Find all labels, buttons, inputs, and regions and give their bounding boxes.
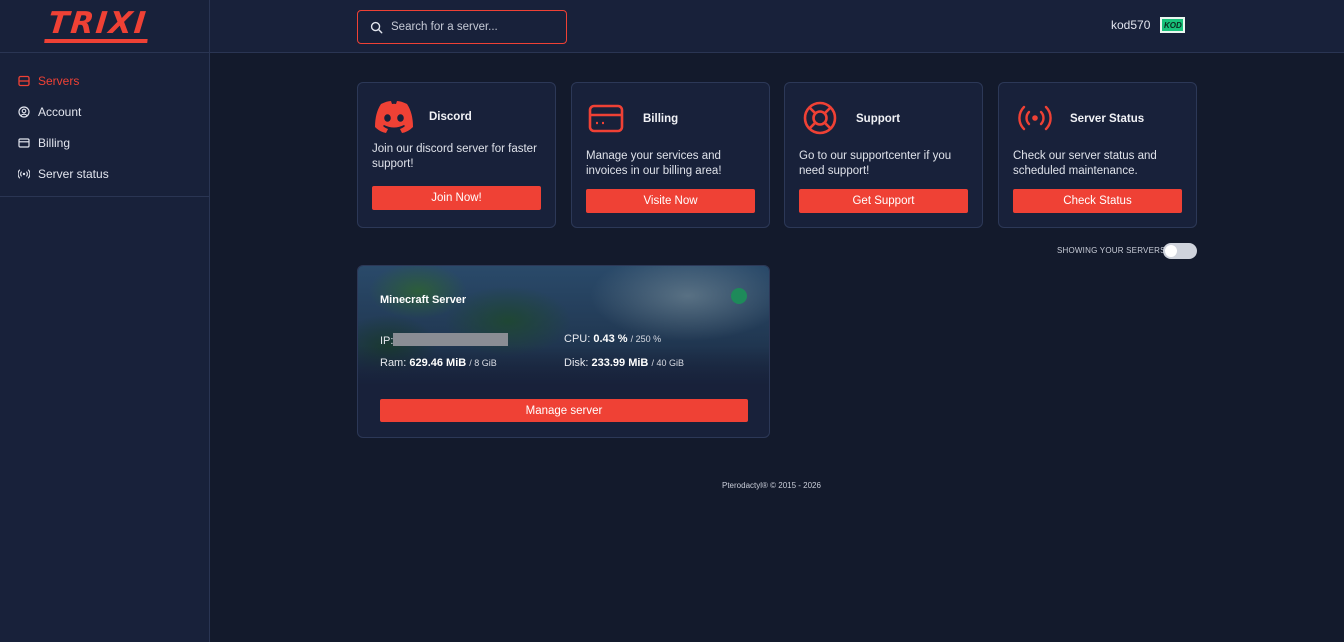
card-description: Go to our supportcenter if you need supp… — [799, 150, 952, 177]
ram-label: Ram: — [380, 357, 407, 369]
support-card: Support Go to our supportcenter if you n… — [784, 82, 983, 228]
sidebar-item-server-status[interactable]: Server status — [0, 158, 209, 189]
sidebar-item-label: Server status — [38, 166, 109, 181]
join-discord-button[interactable]: Join Now! — [372, 186, 541, 210]
card-description: Check our server status and scheduled ma… — [1013, 150, 1157, 177]
top-bar: kod570 KOD — [210, 0, 1344, 53]
server-cpu: CPU: 0.43 % / 250 % — [564, 333, 661, 345]
server-ip: IP: — [380, 333, 509, 347]
user-circle-icon — [18, 105, 30, 118]
sidebar-item-billing[interactable]: Billing — [0, 127, 209, 158]
ram-limit: / 8 GiB — [469, 358, 497, 368]
server-filter-toggle[interactable] — [1163, 243, 1197, 259]
ip-label: IP: — [380, 335, 394, 347]
card-description: Join our discord server for faster suppo… — [372, 143, 537, 170]
billing-card: Billing Manage your services and invoice… — [571, 82, 770, 228]
sidebar-nav: Servers Account Billing Server status — [0, 53, 209, 197]
sidebar-item-label: Servers — [38, 73, 80, 88]
cpu-value: 0.43 % — [593, 333, 628, 345]
ram-value: 629.46 MiB — [409, 357, 467, 369]
toggle-knob — [1165, 245, 1177, 257]
lifebuoy-icon — [799, 99, 843, 135]
sidebar-item-servers[interactable]: Servers — [0, 65, 209, 96]
visit-billing-button[interactable]: Visite Now — [586, 189, 755, 213]
broadcast-icon — [18, 168, 30, 180]
cpu-label: CPU: — [564, 333, 591, 345]
server-status-card: Server Status Check our server status an… — [998, 82, 1197, 228]
credit-card-icon — [18, 137, 30, 149]
manage-server-button[interactable]: Manage server — [380, 399, 748, 422]
search-input[interactable] — [391, 21, 551, 33]
server-disk: Disk: 233.99 MiB / 40 GiB — [564, 357, 684, 369]
discord-icon — [372, 99, 416, 135]
server-icon — [18, 75, 30, 87]
sidebar-item-account[interactable]: Account — [0, 96, 209, 127]
card-title: Server Status — [1070, 113, 1145, 125]
search-box[interactable] — [357, 10, 567, 44]
search-icon — [370, 21, 383, 33]
ip-redacted — [393, 333, 509, 346]
discord-card: Discord Join our discord server for fast… — [357, 82, 556, 228]
broadcast-icon — [1013, 99, 1057, 135]
get-support-button[interactable]: Get Support — [799, 189, 968, 213]
card-title: Billing — [643, 113, 679, 125]
status-indicator — [731, 288, 747, 304]
footer-copyright: Pterodactyl® © 2015 - 2026 — [722, 481, 821, 490]
disk-limit: / 40 GiB — [651, 358, 684, 368]
username: kod570 — [1111, 18, 1151, 32]
check-status-button[interactable]: Check Status — [1013, 189, 1182, 213]
card-title: Discord — [429, 111, 472, 123]
sidebar-item-label: Billing — [38, 135, 71, 150]
disk-value: 233.99 MiB — [591, 357, 649, 369]
card-description: Manage your services and invoices in our… — [586, 150, 722, 177]
sidebar: TRIXI Servers Account Billing Server sta… — [0, 0, 210, 642]
disk-label: Disk: — [564, 357, 589, 369]
server-name: Minecraft Server — [380, 294, 467, 306]
logo-area: TRIXI — [0, 0, 209, 53]
user-menu[interactable]: kod570 KOD — [1111, 17, 1186, 33]
credit-card-icon — [586, 99, 630, 135]
brand-logo[interactable]: TRIXI — [44, 6, 151, 43]
server-card[interactable]: Minecraft Server IP: CPU: 0.43 % / 250 %… — [357, 265, 770, 438]
card-title: Support — [856, 113, 901, 125]
cpu-limit: / 250 % — [630, 334, 662, 344]
sidebar-item-label: Account — [38, 104, 82, 119]
server-filter-label: SHOWING YOUR SERVERS — [1057, 246, 1166, 255]
avatar[interactable]: KOD — [1160, 17, 1186, 33]
server-ram: Ram: 629.46 MiB / 8 GiB — [380, 357, 497, 369]
